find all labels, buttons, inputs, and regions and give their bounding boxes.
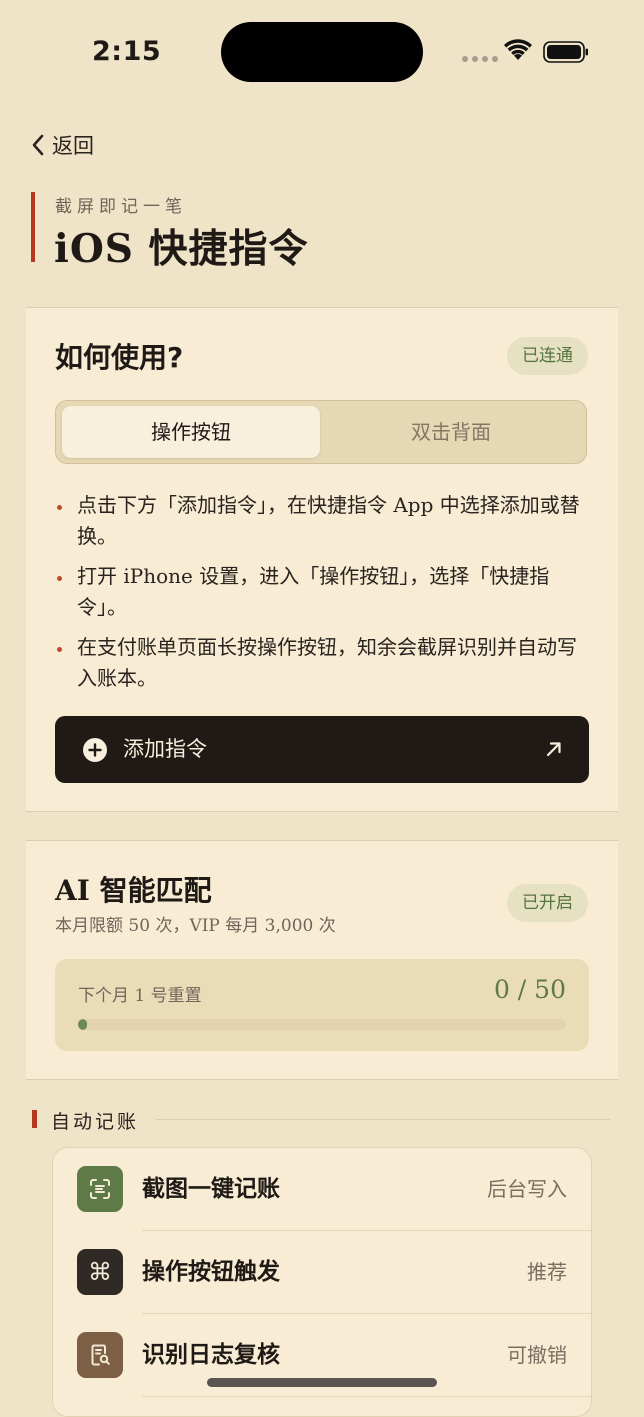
command-icon: ⌘	[77, 1249, 123, 1295]
page-subtitle: 截屏即记一笔	[55, 197, 187, 217]
ai-match-title: AI 智能匹配	[55, 874, 212, 907]
list-item-value: 可撤销	[507, 1343, 567, 1367]
wifi-icon	[504, 39, 532, 60]
list-item-action-button-trigger[interactable]: ⌘ 操作按钮触发 推荐	[53, 1231, 591, 1314]
status-time: 2:15	[92, 36, 162, 67]
add-shortcut-button[interactable]: 添加指令	[55, 716, 589, 783]
how-to-title: 如何使用?	[55, 341, 184, 374]
list-item-label: 截图一键记账	[142, 1176, 280, 1202]
battery-icon	[543, 41, 588, 63]
dynamic-island	[221, 22, 423, 82]
enabled-badge: 已开启	[507, 884, 588, 922]
step-item: 打开 iPhone 设置，进入「操作按钮」，选择「快捷指令」。	[55, 561, 590, 623]
tab-back-tap[interactable]: 双击背面	[322, 406, 580, 458]
step-item: 在支付账单页面长按操作按钮，知余会截屏识别并自动写入账本。	[55, 632, 590, 694]
section-accent-bar	[32, 1110, 37, 1128]
ai-match-card: AI 智能匹配 本月限额 50 次，VIP 每月 3,000 次 已开启 下个月…	[26, 840, 618, 1080]
quota-panel: 下个月 1 号重置 0 / 50	[55, 959, 589, 1051]
tab-action-button[interactable]: 操作按钮	[62, 406, 320, 458]
quota-progress-fill	[78, 1019, 87, 1030]
page-title: iOS 快捷指令	[54, 226, 309, 272]
quota-count: 0 / 50	[493, 975, 566, 1004]
cellular-signal-icon	[462, 56, 498, 62]
step-item: 点击下方「添加指令」，在快捷指令 App 中选择添加或替换。	[55, 490, 590, 552]
quota-progress-bar	[78, 1019, 566, 1030]
list-item-label: 操作按钮触发	[142, 1259, 280, 1285]
scan-text-icon	[77, 1166, 123, 1212]
section-title: 自动记账	[51, 1111, 140, 1133]
quota-reset-text: 下个月 1 号重置	[78, 986, 202, 1006]
list-item-value: 推荐	[527, 1260, 567, 1284]
how-to-card: 如何使用? 已连通 操作按钮 双击背面 点击下方「添加指令」，在快捷指令 App…	[26, 307, 618, 812]
steps-list: 点击下方「添加指令」，在快捷指令 App 中选择添加或替换。 打开 iPhone…	[55, 490, 590, 703]
document-search-icon	[77, 1332, 123, 1378]
ai-match-subtitle: 本月限额 50 次，VIP 每月 3,000 次	[55, 916, 336, 936]
auto-record-list: 截图一键记账 后台写入 ⌘ 操作按钮触发 推荐 识别日志复核 可撤销	[52, 1147, 592, 1417]
connected-badge: 已连通	[507, 337, 588, 375]
list-item-value: 后台写入	[487, 1177, 567, 1201]
home-indicator	[207, 1378, 437, 1387]
list-item-screenshot-record[interactable]: 截图一键记账 后台写入	[53, 1148, 591, 1231]
chevron-left-icon	[32, 134, 44, 156]
plus-circle-icon	[83, 738, 107, 762]
row-divider	[142, 1396, 591, 1397]
section-divider	[156, 1119, 610, 1120]
back-button[interactable]: 返回	[30, 130, 94, 160]
add-shortcut-label: 添加指令	[123, 737, 207, 761]
arrow-up-right-icon	[546, 742, 561, 757]
trigger-segmented-control: 操作按钮 双击背面	[55, 400, 587, 464]
back-label: 返回	[52, 134, 94, 158]
header-accent-bar	[31, 192, 35, 262]
